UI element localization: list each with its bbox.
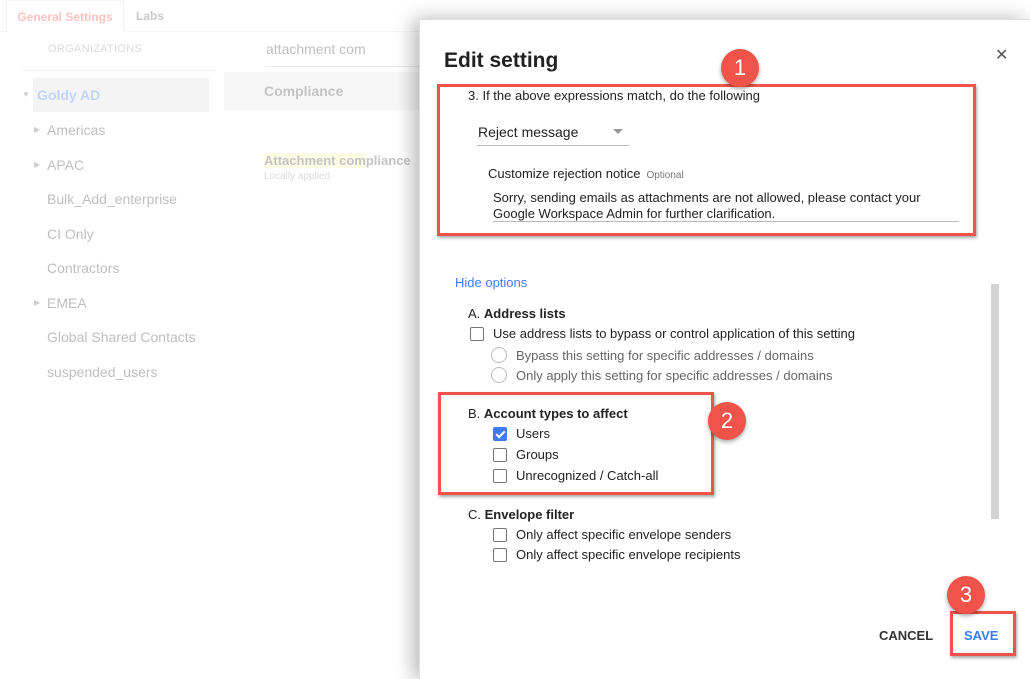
address-lists-checkbox-row[interactable]: Use address lists to bypass or control a… [470, 326, 855, 341]
annotation-badge-1: 1 [721, 49, 759, 87]
expand-right-icon[interactable]: ▶ [34, 160, 40, 169]
envelope-recipients-checkbox-label: Only affect specific envelope recipients [516, 547, 741, 562]
expand-down-icon[interactable]: ▼ [22, 90, 30, 99]
org-item-americas[interactable]: Americas [47, 122, 105, 138]
setting-status: Locally applied [264, 171, 331, 182]
section-c-title: C. Envelope filter [468, 507, 574, 522]
dialog-scrollbar[interactable] [991, 284, 999, 519]
bypass-radio[interactable] [491, 347, 507, 363]
only-apply-radio-label: Only apply this setting for specific add… [516, 367, 833, 383]
annotation-box-3 [950, 611, 1016, 656]
search-match-highlight: Attachment com [264, 153, 366, 168]
envelope-recipients-checkbox[interactable] [493, 547, 507, 562]
section-c-prefix: C. [468, 507, 481, 522]
only-apply-radio-row[interactable]: Only apply this setting for specific add… [491, 367, 832, 383]
org-item-suspended-users[interactable]: suspended_users [47, 364, 158, 380]
org-item-ci-only[interactable]: CI Only [47, 226, 94, 242]
envelope-recipients-checkbox-row[interactable]: Only affect specific envelope recipients [493, 547, 741, 562]
org-item-goldy-ad[interactable]: Goldy AD [37, 87, 100, 103]
hide-options-link[interactable]: Hide options [455, 275, 527, 290]
tab-labs[interactable]: Labs [136, 0, 164, 32]
annotation-badge-2: 2 [708, 402, 746, 440]
address-lists-checkbox[interactable] [470, 326, 484, 341]
annotation-box-1 [437, 84, 976, 236]
expand-right-icon[interactable]: ▶ [34, 298, 40, 307]
only-apply-radio[interactable] [491, 367, 507, 383]
expand-right-icon[interactable]: ▶ [34, 125, 40, 134]
section-a-title: A. Address lists [468, 306, 566, 321]
org-item-apac[interactable]: APAC [47, 157, 84, 173]
envelope-senders-checkbox[interactable] [493, 527, 507, 542]
address-lists-checkbox-label: Use address lists to bypass or control a… [493, 326, 856, 341]
annotation-box-2 [438, 392, 714, 495]
setting-name-rest: pliance [365, 153, 411, 168]
organizations-header: ORGANIZATIONS [48, 43, 143, 55]
settings-search-input[interactable]: attachment com [266, 41, 366, 57]
org-item-emea[interactable]: EMEA [47, 295, 87, 311]
org-item-contractors[interactable]: Contractors [47, 260, 119, 276]
section-a-name: Address lists [483, 306, 566, 321]
close-icon[interactable]: ✕ [995, 45, 1008, 65]
section-a-prefix: A. [468, 306, 481, 321]
bypass-radio-label: Bypass this setting for specific address… [516, 347, 814, 363]
section-title: Compliance [264, 83, 344, 99]
tab-general-settings[interactable]: General Settings [6, 0, 124, 32]
org-item-bulk-add-enterprise[interactable]: Bulk_Add_enterprise [47, 191, 177, 207]
org-item-global-shared-contacts[interactable]: Global Shared Contacts [47, 329, 196, 345]
divider [22, 70, 216, 71]
search-underline [266, 66, 426, 67]
section-c-name: Envelope filter [484, 507, 575, 522]
bypass-radio-row[interactable]: Bypass this setting for specific address… [491, 347, 814, 363]
envelope-senders-checkbox-row[interactable]: Only affect specific envelope senders [493, 527, 731, 542]
envelope-senders-checkbox-label: Only affect specific envelope senders [516, 527, 732, 542]
annotation-badge-3: 3 [947, 576, 985, 614]
setting-attachment-compliance[interactable]: Attachment compliance [264, 153, 411, 168]
cancel-button[interactable]: CANCEL [879, 628, 933, 643]
dialog-title: Edit setting [444, 49, 559, 72]
